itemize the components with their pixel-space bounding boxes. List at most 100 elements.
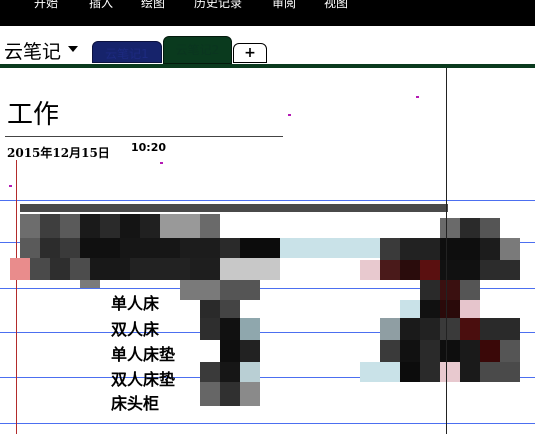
list-item[interactable]: 床头柜 — [111, 390, 159, 414]
image-pixel-block — [40, 238, 60, 258]
image-pixel-block — [220, 318, 240, 340]
image-pixel-block — [420, 362, 440, 382]
image-pixel-block — [380, 318, 400, 340]
image-pixel-block — [200, 362, 220, 382]
list-item[interactable]: 双人床 — [111, 316, 159, 340]
image-pixel-block — [240, 362, 260, 382]
image-pixel-block — [60, 214, 80, 238]
tab-draw[interactable]: 绘图 — [141, 0, 165, 11]
page-title[interactable]: 工作 — [7, 94, 59, 131]
image-pixel-block — [420, 260, 440, 280]
image-pixel-block — [100, 214, 120, 238]
page-date: 2015年12月15日 — [7, 146, 110, 160]
image-pixel-block — [20, 238, 40, 258]
image-pixel-block — [460, 362, 480, 382]
image-pixel-block — [420, 318, 440, 340]
image-pixel-block — [480, 218, 500, 238]
image-pixel-block — [460, 340, 480, 362]
ink-speck — [288, 114, 291, 116]
image-pixel-block — [460, 300, 480, 318]
rule-line — [0, 200, 535, 201]
section-tab-1[interactable]: 云笔记1 — [92, 41, 162, 63]
image-pixel-block — [130, 258, 190, 280]
image-pixel-block — [500, 238, 520, 260]
image-pixel-block — [50, 258, 70, 280]
notebook-header: 云笔记 云笔记1 云笔记2 + — [0, 26, 535, 68]
image-pixel-block — [440, 340, 460, 362]
image-pixel-block — [200, 318, 220, 340]
chevron-down-icon[interactable] — [68, 46, 78, 52]
image-pixel-block — [20, 214, 40, 238]
image-pixel-block — [420, 280, 440, 300]
list-item[interactable]: 双人床垫 — [111, 366, 175, 390]
list-item[interactable]: 单人床 — [111, 290, 159, 314]
image-pixel-block — [240, 318, 260, 340]
image-pixel-block — [500, 340, 520, 362]
image-pixel-block — [60, 238, 80, 258]
image-pixel-block — [460, 280, 480, 300]
image-pixel-block — [420, 300, 440, 318]
tab-review[interactable]: 审阅 — [272, 0, 296, 11]
image-pixel-block — [10, 258, 30, 280]
image-pixel-block — [120, 238, 180, 258]
image-pixel-block — [220, 362, 240, 382]
image-pixel-block — [460, 218, 480, 238]
image-pixel-block — [80, 238, 120, 258]
title-underline — [5, 136, 283, 137]
image-pixel-block — [70, 258, 90, 280]
image-pixel-block — [40, 214, 60, 238]
image-pixel-block — [220, 258, 280, 280]
image-pixel-block — [400, 362, 420, 382]
image-titlebar — [20, 204, 448, 212]
image-pixel-block — [420, 340, 440, 362]
add-section-button[interactable]: + — [233, 43, 267, 63]
image-pixel-block — [80, 214, 100, 238]
image-pixel-block — [200, 300, 220, 318]
image-pixel-block — [240, 238, 280, 258]
embedded-image[interactable] — [10, 204, 535, 434]
notebook-name[interactable]: 云笔记 — [4, 37, 61, 64]
image-pixel-block — [160, 214, 200, 238]
image-pixel-block — [480, 318, 520, 340]
vertical-divider — [446, 68, 447, 434]
image-pixel-block — [380, 260, 400, 280]
section-tab-2[interactable]: 云笔记2 — [163, 36, 232, 64]
image-pixel-block — [440, 218, 460, 238]
image-pixel-block — [120, 214, 140, 238]
ink-speck — [9, 185, 12, 187]
image-pixel-block — [200, 382, 220, 406]
tab-insert[interactable]: 插入 — [89, 0, 113, 11]
image-pixel-block — [480, 260, 520, 280]
image-pixel-block — [360, 362, 400, 382]
tab-view[interactable]: 视图 — [324, 0, 348, 11]
image-pixel-block — [190, 258, 220, 280]
image-pixel-block — [380, 340, 400, 362]
image-pixel-block — [440, 362, 460, 382]
image-pixel-block — [480, 340, 500, 362]
image-pixel-block — [180, 238, 220, 258]
image-pixel-block — [240, 382, 260, 406]
image-pixel-block — [400, 318, 420, 340]
ink-speck — [416, 96, 419, 98]
page-time: 10:20 — [131, 141, 167, 154]
image-pixel-block — [140, 214, 160, 238]
note-page[interactable]: 工作 2015年12月15日 10:20 单人床 双人床 单人床垫 双人床垫 床… — [0, 68, 535, 434]
image-pixel-block — [440, 318, 460, 340]
tab-history[interactable]: 历史记录 — [194, 0, 242, 11]
image-pixel-block — [90, 258, 130, 280]
image-pixel-block — [400, 340, 420, 362]
ink-speck — [160, 162, 163, 164]
image-pixel-block — [480, 362, 520, 382]
ribbon-tab-bar: 开始 插入 绘图 历史记录 审阅 视图 — [0, 0, 535, 26]
image-pixel-block — [220, 238, 240, 258]
image-pixel-block — [220, 340, 240, 362]
image-pixel-block — [380, 238, 400, 260]
image-pixel-block — [200, 214, 220, 238]
image-pixel-block — [30, 258, 50, 280]
image-pixel-block — [80, 280, 100, 288]
margin-line — [16, 160, 17, 434]
image-pixel-block — [180, 280, 220, 300]
image-pixel-block — [400, 238, 440, 260]
list-item[interactable]: 单人床垫 — [111, 341, 175, 365]
tab-home[interactable]: 开始 — [34, 0, 58, 11]
